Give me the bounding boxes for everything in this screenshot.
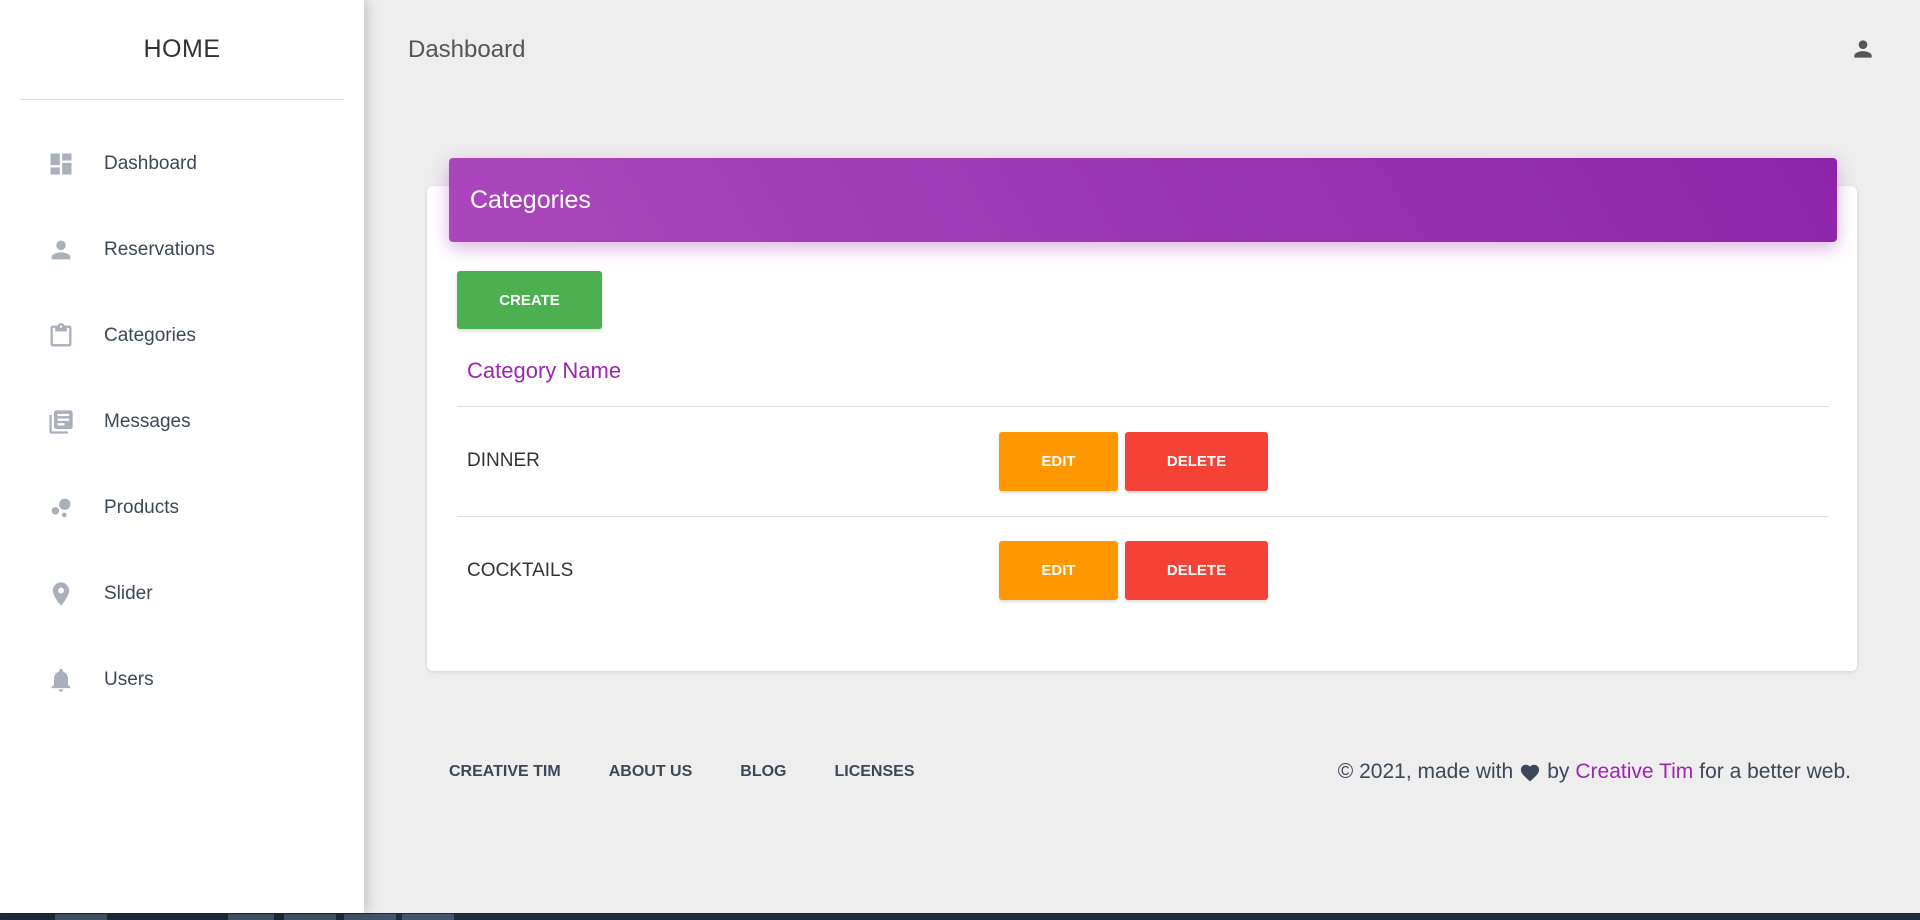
- sidebar-item-messages[interactable]: Messages: [0, 379, 364, 465]
- sidebar-nav: Dashboard Reservations Categories Messag…: [0, 121, 364, 723]
- location-pin-icon: [46, 579, 76, 609]
- sidebar-item-categories[interactable]: Categories: [0, 293, 364, 379]
- table-divider: [457, 516, 1829, 517]
- top-navbar: Dashboard: [364, 0, 1920, 100]
- taskbar-button[interactable]: [402, 914, 454, 920]
- user-icon[interactable]: [1850, 36, 1876, 62]
- taskbar-button[interactable]: [284, 914, 336, 920]
- sidebar-item-label: Products: [104, 497, 179, 518]
- bubble-chart-icon: [46, 493, 76, 523]
- sidebar-item-label: Users: [104, 669, 154, 690]
- heart-icon: [1519, 762, 1541, 782]
- dashboard-icon: [46, 149, 76, 179]
- sidebar-item-label: Categories: [104, 325, 196, 346]
- edit-button[interactable]: EDIT: [999, 432, 1118, 491]
- sidebar-item-dashboard[interactable]: Dashboard: [0, 121, 364, 207]
- person-icon: [46, 235, 76, 265]
- clipboard-icon: [46, 321, 76, 351]
- card-title: Categories: [470, 185, 591, 214]
- copyright-by: by: [1547, 760, 1570, 783]
- sidebar-item-users[interactable]: Users: [0, 637, 364, 723]
- table-divider: [457, 406, 1829, 407]
- footer-link-blog[interactable]: BLOG: [740, 763, 786, 781]
- category-name-cell: DINNER: [467, 450, 540, 471]
- copyright: © 2021, made with by Creative Tim for a …: [1338, 760, 1851, 784]
- sidebar-item-label: Messages: [104, 411, 191, 432]
- footer-link-creative-tim[interactable]: CREATIVE TIM: [449, 763, 561, 781]
- creative-tim-link[interactable]: Creative Tim: [1575, 760, 1693, 784]
- delete-button[interactable]: DELETE: [1125, 432, 1268, 491]
- taskbar-button[interactable]: [228, 914, 274, 920]
- card-header: Categories: [449, 158, 1837, 242]
- sidebar: HOME Dashboard Reservations Categories M…: [0, 0, 364, 913]
- create-button[interactable]: CREATE: [457, 271, 602, 329]
- sidebar-item-reservations[interactable]: Reservations: [0, 207, 364, 293]
- copyright-suffix: for a better web.: [1699, 760, 1851, 783]
- page-title[interactable]: Dashboard: [408, 36, 525, 64]
- sidebar-item-label: Dashboard: [104, 153, 197, 174]
- footer-link-about-us[interactable]: ABOUT US: [609, 763, 693, 781]
- sidebar-item-products[interactable]: Products: [0, 465, 364, 551]
- category-name-cell: COCKTAILS: [467, 560, 574, 581]
- edit-button[interactable]: EDIT: [999, 541, 1118, 600]
- copyright-prefix: © 2021, made with: [1337, 760, 1514, 783]
- taskbar-button[interactable]: [55, 914, 107, 920]
- footer-links: CREATIVE TIM ABOUT US BLOG LICENSES: [449, 763, 915, 781]
- column-header-category-name: Category Name: [467, 358, 622, 383]
- taskbar: [0, 913, 1920, 920]
- bell-icon: [46, 665, 76, 695]
- footer-link-licenses[interactable]: LICENSES: [834, 763, 914, 781]
- sidebar-item-label: Reservations: [104, 239, 215, 260]
- taskbar-button[interactable]: [344, 914, 396, 920]
- main-content: Dashboard Categories CREATE Category Nam…: [364, 0, 1920, 913]
- delete-button[interactable]: DELETE: [1125, 541, 1268, 600]
- sidebar-item-label: Slider: [104, 583, 153, 604]
- brand-logo[interactable]: HOME: [20, 0, 344, 100]
- library-books-icon: [46, 407, 76, 437]
- sidebar-item-slider[interactable]: Slider: [0, 551, 364, 637]
